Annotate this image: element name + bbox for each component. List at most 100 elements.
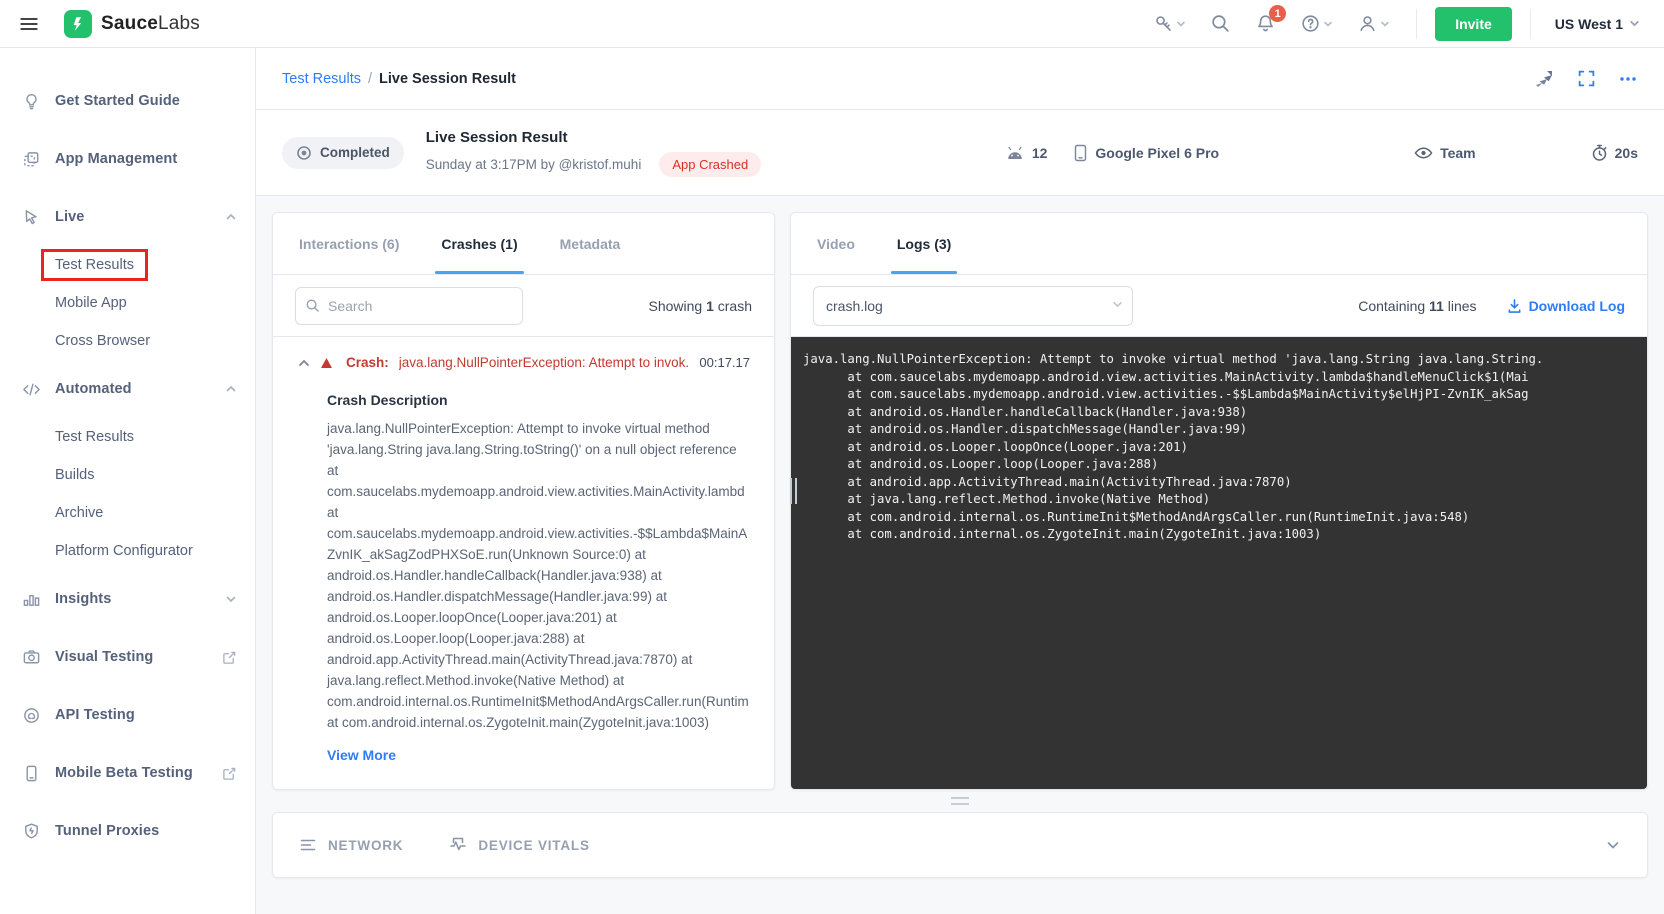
sidebar-item-platform-configurator[interactable]: Platform Configurator	[0, 532, 255, 570]
help-icon[interactable]	[1292, 7, 1341, 40]
code-icon	[20, 380, 42, 399]
phone-icon	[20, 764, 42, 783]
view-more-link[interactable]: View More	[327, 747, 750, 763]
device-vitals-label: DEVICE VITALS	[478, 838, 589, 853]
top-bar: SauceLabs 1 Invite US West 1	[0, 0, 1664, 48]
collapse-chevron-icon[interactable]	[297, 356, 311, 370]
download-log-label: Download Log	[1529, 298, 1625, 314]
brand-bold: Sauce	[101, 13, 158, 34]
sidebar-item-automated[interactable]: Automated	[0, 360, 255, 418]
lightbulb-icon	[20, 92, 42, 111]
sidebar-item-get-started-guide[interactable]: Get Started Guide	[0, 72, 255, 130]
network-section-toggle[interactable]: NETWORK	[299, 837, 403, 853]
brand-light: Labs	[158, 13, 200, 34]
sidebar-item-mobile-beta-testing[interactable]: Mobile Beta Testing	[0, 744, 255, 802]
app-crashed-badge: App Crashed	[659, 152, 761, 177]
search-box	[295, 287, 523, 325]
chevron-up-icon[interactable]	[225, 211, 237, 223]
saucelabs-logo[interactable]: SauceLabs	[64, 10, 200, 38]
sidebar-item-label: Insights	[55, 591, 111, 607]
visibility-value: Team	[1440, 145, 1476, 161]
network-icon	[299, 837, 317, 853]
user-account-icon[interactable]	[1349, 7, 1398, 40]
logs-toolbar: crash.log Containing 11 lines Download L…	[791, 275, 1647, 337]
sidebar-item-live-test-results[interactable]: Test Results	[0, 246, 255, 284]
search-icon[interactable]	[1202, 7, 1239, 40]
chevron-down-icon[interactable]	[225, 593, 237, 605]
sidebar-item-label: API Testing	[55, 707, 135, 723]
right-panel-tabs: Video Logs (3)	[791, 213, 1647, 275]
sidebar-item-cross-browser[interactable]: Cross Browser	[0, 322, 255, 360]
log-file-selected-value[interactable]: crash.log	[813, 286, 1133, 326]
breadcrumb-bar: Test Results / Live Session Result	[256, 48, 1664, 110]
vertical-resize-handle[interactable]	[790, 478, 797, 504]
stopwatch-icon	[1591, 144, 1608, 162]
jira-icon[interactable]	[1533, 68, 1555, 90]
sidebar-item-visual-testing[interactable]: Visual Testing	[0, 628, 255, 686]
log-console[interactable]: java.lang.NullPointerException: Attempt …	[791, 337, 1647, 789]
sidebar-item-archive[interactable]: Archive	[0, 494, 255, 532]
sidebar-item-insights[interactable]: Insights	[0, 570, 255, 628]
tab-interactions[interactable]: Interactions (6)	[299, 213, 399, 274]
sidebar-item-live[interactable]: Live	[0, 188, 255, 246]
external-link-icon	[222, 650, 237, 665]
sidebar-item-builds[interactable]: Builds	[0, 456, 255, 494]
tab-logs[interactable]: Logs (3)	[897, 213, 951, 274]
sidebar-item-api-testing[interactable]: API Testing	[0, 686, 255, 744]
crash-message: java.lang.NullPointerException: Attempt …	[399, 355, 690, 370]
device-vitals-section-toggle[interactable]: DEVICE VITALS	[449, 836, 589, 854]
access-key-icon[interactable]	[1145, 7, 1194, 40]
bar-chart-icon	[20, 590, 42, 609]
download-log-button[interactable]: Download Log	[1507, 298, 1625, 314]
sidebar-item-label: Automated	[55, 381, 132, 397]
fullscreen-icon[interactable]	[1577, 69, 1596, 88]
log-file-select[interactable]: crash.log	[813, 286, 1133, 326]
sidebar-item-label: Builds	[55, 467, 95, 483]
tab-video[interactable]: Video	[817, 213, 855, 274]
duration-value: 20s	[1615, 145, 1638, 161]
status-badge: Completed	[282, 137, 404, 169]
sidebar-item-label: Visual Testing	[55, 649, 153, 665]
session-subtitle: Sunday at 3:17PM by @kristof.muhi	[426, 157, 642, 172]
notifications-bell-icon[interactable]: 1	[1247, 7, 1284, 40]
network-label: NETWORK	[328, 838, 403, 853]
sidebar-item-mobile-app[interactable]: Mobile App	[0, 284, 255, 322]
camera-icon	[20, 648, 42, 667]
visibility: Team	[1414, 145, 1476, 161]
duration: 20s	[1591, 144, 1638, 162]
invite-button[interactable]: Invite	[1435, 7, 1512, 41]
status-text: Completed	[320, 145, 390, 160]
session-title: Live Session Result	[426, 129, 761, 146]
interactions-panel: Interactions (6) Crashes (1) Metadata Sh…	[272, 212, 775, 790]
crash-row[interactable]: Crash: java.lang.NullPointerException: A…	[297, 355, 750, 370]
os-version: 12	[1005, 145, 1048, 161]
more-options-icon[interactable]	[1618, 69, 1638, 89]
divider	[1530, 9, 1531, 39]
sidebar-item-app-management[interactable]: App Management	[0, 130, 255, 188]
main-content: Test Results / Live Session Result Compl…	[256, 48, 1664, 914]
session-info-bar: Completed Live Session Result Sunday at …	[256, 110, 1664, 196]
android-icon	[1005, 146, 1025, 160]
horizontal-resize-handle[interactable]	[256, 790, 1664, 812]
external-link-icon	[222, 766, 237, 781]
breadcrumb-separator: /	[368, 71, 372, 87]
sidebar-item-automated-test-results[interactable]: Test Results	[0, 418, 255, 456]
select-chevron-icon	[1112, 299, 1123, 310]
sidebar-item-tunnel-proxies[interactable]: Tunnel Proxies	[0, 802, 255, 860]
expand-chevron-icon[interactable]	[1605, 837, 1621, 853]
log-console-text: java.lang.NullPointerException: Attempt …	[803, 351, 1647, 544]
live-submenu: Test Results Mobile App Cross Browser	[0, 246, 255, 360]
completed-icon	[296, 145, 312, 161]
device-vitals-icon	[449, 836, 467, 854]
tab-metadata[interactable]: Metadata	[560, 213, 621, 274]
tab-crashes[interactable]: Crashes (1)	[441, 213, 517, 274]
breadcrumb-link-test-results[interactable]: Test Results	[282, 71, 361, 87]
device-name-value: Google Pixel 6 Pro	[1095, 145, 1219, 161]
crashes-toolbar: Showing 1 crash	[273, 275, 774, 337]
search-input[interactable]	[295, 287, 523, 325]
chevron-up-icon[interactable]	[225, 383, 237, 395]
region-selector[interactable]: US West 1	[1549, 16, 1646, 32]
sidebar-item-label: Test Results	[55, 429, 134, 445]
highlighted-test-results: Test Results	[41, 249, 148, 281]
hamburger-menu-icon[interactable]	[18, 12, 42, 36]
